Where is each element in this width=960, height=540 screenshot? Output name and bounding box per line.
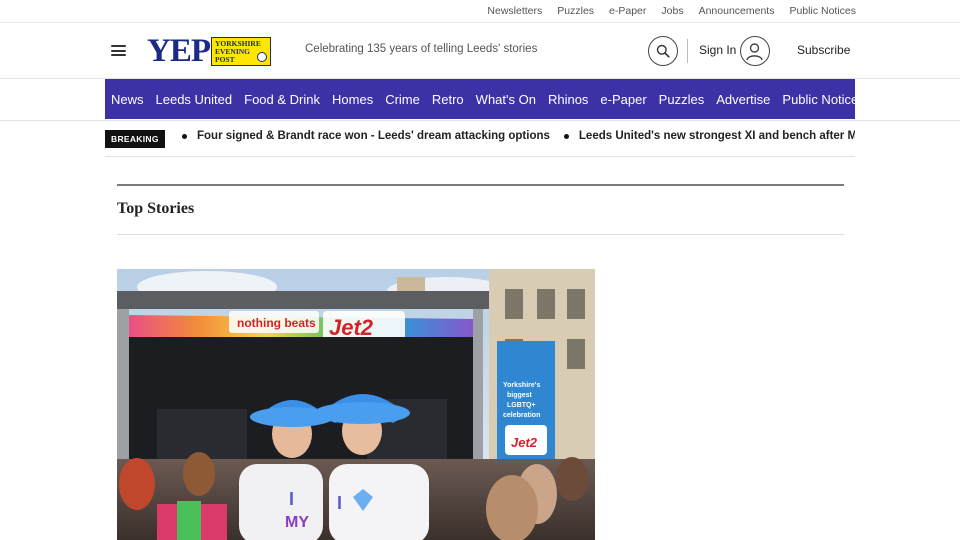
utility-link-puzzles[interactable]: Puzzles: [557, 5, 594, 17]
breaking-badge: BREAKING: [105, 130, 165, 148]
svg-text:Jet2: Jet2: [329, 315, 374, 340]
nav-item-leeds-united[interactable]: Leeds United: [156, 92, 233, 107]
nav-item-whats-on[interactable]: What's On: [476, 92, 536, 107]
svg-text:celebration: celebration: [503, 412, 540, 419]
search-button[interactable]: [648, 36, 678, 66]
nav-item-retro[interactable]: Retro: [432, 92, 464, 107]
site-header: YEP Yorkshire Evening Post Celebrating 1…: [0, 23, 960, 79]
section-top-rule: [117, 184, 844, 186]
main-nav: News Leeds United Food & Drink Homes Cri…: [105, 79, 865, 119]
svg-text:MY: MY: [285, 514, 309, 531]
subscribe-link[interactable]: Subscribe: [797, 43, 850, 57]
nav-item-epaper[interactable]: e-Paper: [600, 92, 646, 107]
svg-text:I: I: [289, 489, 294, 509]
breaking-ticker: Four signed & Brandt race won - Leeds' d…: [182, 130, 855, 142]
svg-text:nothing beats: nothing beats: [237, 316, 316, 330]
utility-link-newsletters[interactable]: Newsletters: [487, 5, 542, 17]
svg-text:Jet2: Jet2: [511, 435, 538, 450]
utility-link-jobs[interactable]: Jobs: [661, 5, 683, 17]
svg-text:LGBTQ+: LGBTQ+: [507, 402, 536, 409]
hamburger-menu-icon[interactable]: [111, 45, 126, 56]
nav-item-food-drink[interactable]: Food & Drink: [244, 92, 320, 107]
utility-link-public-notices[interactable]: Public Notices: [789, 5, 856, 17]
nav-item-public-notices[interactable]: Public Notices: [782, 92, 864, 107]
site-tagline: Celebrating 135 years of telling Leeds' …: [305, 43, 538, 55]
section-bottom-rule: [117, 234, 844, 235]
logo-yellow-box: Yorkshire Evening Post: [211, 36, 271, 66]
breaking-news-bar: BREAKING Four signed & Brandt race won -…: [105, 121, 855, 157]
nav-item-crime[interactable]: Crime: [385, 92, 420, 107]
utility-bar: Newsletters Puzzles e-Paper Jobs Announc…: [0, 0, 960, 23]
hero-story-image[interactable]: nothing beats Jet2 Yorkshire's biggest L…: [117, 269, 595, 540]
nav-item-puzzles[interactable]: Puzzles: [659, 92, 705, 107]
nav-item-homes[interactable]: Homes: [332, 92, 373, 107]
nav-item-rhinos[interactable]: Rhinos: [548, 92, 588, 107]
header-divider: [687, 39, 688, 63]
nav-item-news[interactable]: News: [111, 92, 144, 107]
utility-link-epaper[interactable]: e-Paper: [609, 5, 646, 17]
white-rose-icon: [257, 51, 267, 62]
search-icon: [656, 44, 670, 58]
utility-links: Newsletters Puzzles e-Paper Jobs Announc…: [472, 5, 856, 17]
logo-wordmark: YEP: [147, 33, 211, 69]
bullet-icon: [563, 133, 569, 139]
utility-link-announcements[interactable]: Announcements: [699, 5, 775, 17]
breaking-item[interactable]: Four signed & Brandt race won - Leeds' d…: [182, 130, 550, 142]
bullet-icon: [182, 133, 187, 139]
nav-item-advertise[interactable]: Advertise: [716, 92, 770, 107]
breaking-item[interactable]: Leeds United's new strongest XI and benc…: [563, 130, 855, 142]
sign-in-link[interactable]: Sign In: [699, 43, 736, 57]
svg-text:Yorkshire's: Yorkshire's: [503, 382, 540, 389]
svg-text:I: I: [337, 493, 342, 513]
section-title-top-stories: Top Stories: [117, 200, 195, 217]
svg-text:biggest: biggest: [507, 392, 533, 399]
site-logo[interactable]: YEP Yorkshire Evening Post: [147, 33, 271, 69]
user-avatar-icon[interactable]: [740, 36, 770, 66]
